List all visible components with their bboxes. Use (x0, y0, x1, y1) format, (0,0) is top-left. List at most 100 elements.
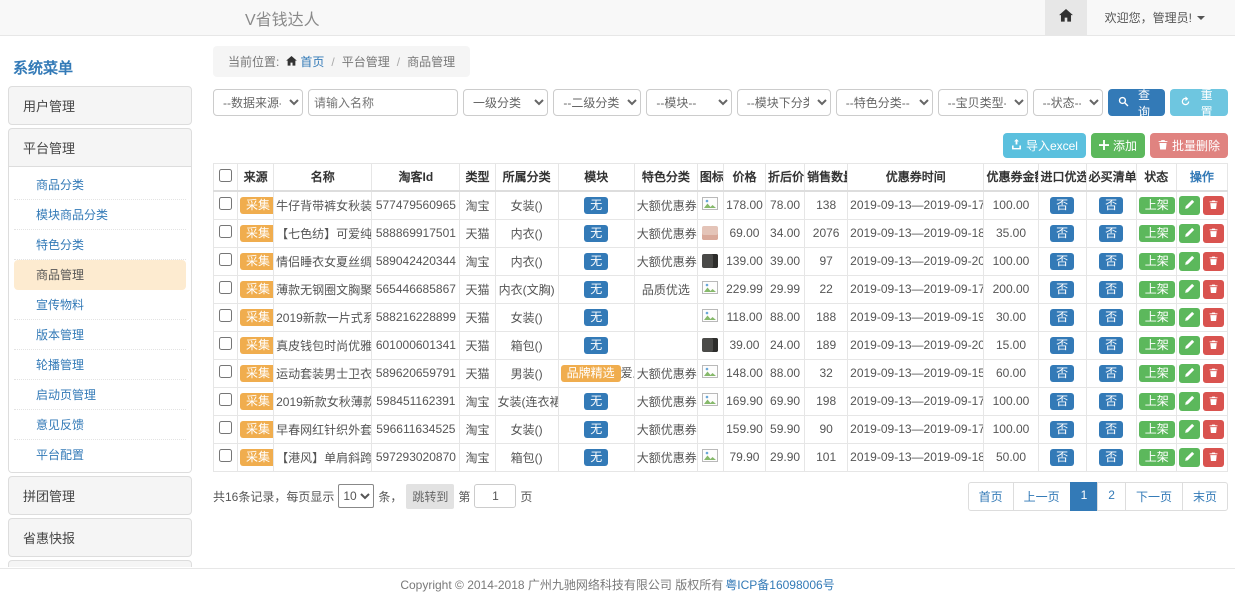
status-badge[interactable]: 上架 (1139, 393, 1175, 410)
imported-toggle-badge[interactable]: 否 (1050, 337, 1074, 354)
sidebar-item-0[interactable]: 用户管理 (9, 87, 191, 124)
delete-button[interactable] (1203, 196, 1224, 215)
imported-toggle-badge[interactable]: 否 (1050, 365, 1074, 382)
filter-select-3[interactable]: --二级分类-- (553, 89, 641, 116)
imported-toggle-badge[interactable]: 否 (1050, 393, 1074, 410)
must-buy-toggle-badge[interactable]: 否 (1099, 309, 1123, 326)
sidebar-subitem-7[interactable]: 启动页管理 (14, 380, 186, 410)
import-excel-button[interactable]: 导入excel (1003, 133, 1086, 158)
edit-button[interactable] (1179, 196, 1200, 215)
sidebar-subitem-0[interactable]: 商品分类 (14, 170, 186, 200)
status-badge[interactable]: 上架 (1139, 197, 1175, 214)
edit-button[interactable] (1179, 392, 1200, 411)
sidebar-subitem-3[interactable]: 商品管理 (14, 260, 186, 290)
sidebar-subitem-5[interactable]: 版本管理 (14, 320, 186, 350)
filter-select-4[interactable]: --模块-- (646, 89, 731, 116)
must-buy-toggle-badge[interactable]: 否 (1099, 421, 1123, 438)
pager-item-4[interactable]: 下一页 (1125, 482, 1183, 511)
imported-toggle-badge[interactable]: 否 (1050, 281, 1074, 298)
icp-link[interactable]: 粤ICP备16098006号 (725, 576, 834, 593)
status-badge[interactable]: 上架 (1139, 365, 1175, 382)
filter-select-6[interactable]: --特色分类-- (836, 89, 933, 116)
status-badge[interactable]: 上架 (1139, 253, 1175, 270)
edit-button[interactable] (1179, 336, 1200, 355)
imported-toggle-badge[interactable]: 否 (1050, 197, 1074, 214)
must-buy-toggle-badge[interactable]: 否 (1099, 365, 1123, 382)
delete-button[interactable] (1203, 448, 1224, 467)
sidebar-subitem-6[interactable]: 轮播管理 (14, 350, 186, 380)
delete-button[interactable] (1203, 280, 1224, 299)
sidebar-subitem-2[interactable]: 特色分类 (14, 230, 186, 260)
select-all-checkbox[interactable] (219, 169, 232, 182)
status-badge[interactable]: 上架 (1139, 281, 1175, 298)
row-checkbox[interactable] (219, 337, 232, 350)
edit-button[interactable] (1179, 420, 1200, 439)
home-button[interactable] (1045, 0, 1087, 36)
sidebar-subitem-1[interactable]: 模块商品分类 (14, 200, 186, 230)
sidebar-subitem-9[interactable]: 平台配置 (14, 440, 186, 469)
row-checkbox[interactable] (219, 253, 232, 266)
delete-button[interactable] (1203, 252, 1224, 271)
batch-delete-button[interactable]: 批量删除 (1150, 133, 1228, 158)
must-buy-toggle-badge[interactable]: 否 (1099, 197, 1123, 214)
row-checkbox[interactable] (219, 365, 232, 378)
sidebar-subitem-8[interactable]: 意见反馈 (14, 410, 186, 440)
delete-button[interactable] (1203, 224, 1224, 243)
delete-button[interactable] (1203, 364, 1224, 383)
jump-button[interactable]: 跳转到 (406, 484, 454, 509)
filter-select-2[interactable]: 一级分类 (463, 89, 548, 116)
status-badge[interactable]: 上架 (1139, 225, 1175, 242)
edit-button[interactable] (1179, 224, 1200, 243)
filter-select-5[interactable]: --模块下分类-- (737, 89, 831, 116)
edit-button[interactable] (1179, 280, 1200, 299)
row-checkbox[interactable] (219, 421, 232, 434)
must-buy-toggle-badge[interactable]: 否 (1099, 393, 1123, 410)
filter-select-7[interactable]: --宝贝类型-- (938, 89, 1028, 116)
per-page-select[interactable]: 10 (338, 484, 374, 508)
status-badge[interactable]: 上架 (1139, 449, 1175, 466)
row-checkbox[interactable] (219, 197, 232, 210)
breadcrumb-home-link[interactable]: 首页 (286, 53, 324, 70)
delete-button[interactable] (1203, 392, 1224, 411)
jump-page-input[interactable] (474, 484, 516, 508)
status-badge[interactable]: 上架 (1139, 309, 1175, 326)
edit-button[interactable] (1179, 364, 1200, 383)
add-button[interactable]: 添加 (1091, 133, 1145, 158)
must-buy-toggle-badge[interactable]: 否 (1099, 281, 1123, 298)
edit-button[interactable] (1179, 308, 1200, 327)
must-buy-toggle-badge[interactable]: 否 (1099, 449, 1123, 466)
imported-toggle-badge[interactable]: 否 (1050, 253, 1074, 270)
row-checkbox[interactable] (219, 309, 232, 322)
pager-item-2[interactable]: 1 (1070, 482, 1099, 511)
imported-toggle-badge[interactable]: 否 (1050, 225, 1074, 242)
row-checkbox[interactable] (219, 281, 232, 294)
status-badge[interactable]: 上架 (1139, 337, 1175, 354)
reset-button[interactable]: 重置 (1170, 89, 1228, 116)
imported-toggle-badge[interactable]: 否 (1050, 421, 1074, 438)
pager-item-0[interactable]: 首页 (968, 482, 1014, 511)
must-buy-toggle-badge[interactable]: 否 (1099, 337, 1123, 354)
search-name-input[interactable] (308, 89, 458, 116)
pager-item-5[interactable]: 末页 (1182, 482, 1228, 511)
sidebar-item-4[interactable]: 消息管理 (9, 561, 191, 567)
sidebar-item-2[interactable]: 拼团管理 (9, 477, 191, 514)
pager-item-3[interactable]: 2 (1097, 482, 1126, 511)
must-buy-toggle-badge[interactable]: 否 (1099, 225, 1123, 242)
delete-button[interactable] (1203, 336, 1224, 355)
delete-button[interactable] (1203, 420, 1224, 439)
delete-button[interactable] (1203, 308, 1224, 327)
sidebar-item-3[interactable]: 省惠快报 (9, 519, 191, 556)
user-menu[interactable]: 欢迎您，管理员! (1087, 9, 1235, 26)
imported-toggle-badge[interactable]: 否 (1050, 449, 1074, 466)
filter-select-0[interactable]: --数据来源-- (213, 89, 303, 116)
row-checkbox[interactable] (219, 449, 232, 462)
sidebar-item-1[interactable]: 平台管理 (9, 129, 191, 166)
filter-select-8[interactable]: --状态-- (1033, 89, 1103, 116)
must-buy-toggle-badge[interactable]: 否 (1099, 253, 1123, 270)
pager-item-1[interactable]: 上一页 (1013, 482, 1071, 511)
sidebar-subitem-4[interactable]: 宣传物料 (14, 290, 186, 320)
row-checkbox[interactable] (219, 393, 232, 406)
status-badge[interactable]: 上架 (1139, 421, 1175, 438)
search-button[interactable]: 查询 (1108, 89, 1166, 116)
edit-button[interactable] (1179, 252, 1200, 271)
